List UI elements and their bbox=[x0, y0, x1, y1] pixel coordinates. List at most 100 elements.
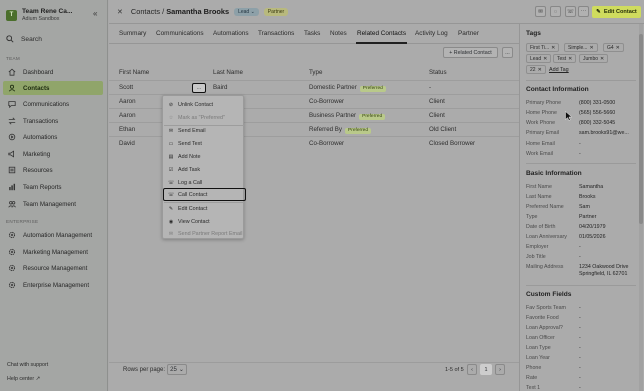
section-divider bbox=[526, 80, 636, 81]
sidebar-item-resource-management[interactable]: Resource Management bbox=[3, 261, 103, 275]
sidebar-search[interactable]: Search bbox=[6, 35, 42, 43]
lead-status-dropdown[interactable]: Lead ⌄ bbox=[234, 7, 259, 16]
column-type[interactable]: Type bbox=[309, 69, 322, 76]
menu-item-call-contact[interactable]: ☏ Call Contact bbox=[163, 188, 246, 201]
tab-transactions[interactable]: Transactions bbox=[258, 30, 294, 37]
tab-communications[interactable]: Communications bbox=[156, 30, 204, 37]
edit-contact-button[interactable]: ✎ Edit Contact bbox=[592, 6, 641, 18]
tag-chip[interactable]: 22 ✕ bbox=[526, 65, 546, 74]
custom-field-value: - bbox=[579, 355, 581, 361]
tag-chip[interactable]: First Ti... ✕ bbox=[526, 43, 560, 52]
tab-partner[interactable]: Partner bbox=[458, 30, 479, 37]
collapse-sidebar-icon[interactable]: « bbox=[93, 9, 97, 18]
mail-icon[interactable]: ✉ bbox=[535, 6, 546, 17]
chat-support-link[interactable]: Chat with support bbox=[7, 362, 48, 368]
sidebar-item-resources[interactable]: Resources bbox=[3, 163, 103, 177]
table-more-button[interactable]: ... bbox=[502, 47, 513, 58]
table-row[interactable]: Scott ... Baird Domestic Partner Preferre… bbox=[109, 80, 519, 94]
tag-chip[interactable]: G4 ✕ bbox=[603, 43, 624, 52]
gear-icon bbox=[8, 264, 16, 272]
sidebar-item-label: Team Reports bbox=[23, 183, 62, 191]
close-icon[interactable]: ✕ bbox=[568, 56, 572, 62]
custom-field-key: Loan Approval? bbox=[526, 325, 563, 331]
next-page-button[interactable]: › bbox=[495, 364, 505, 375]
close-icon[interactable]: ✕ bbox=[543, 56, 547, 62]
menu-item-label: Log a Call bbox=[178, 179, 203, 186]
column-last-name[interactable]: Last Name bbox=[213, 69, 243, 76]
tag-chip[interactable]: Lead ✕ bbox=[526, 54, 552, 63]
primary-phone-value[interactable]: (800) 331-0500 bbox=[579, 100, 615, 106]
sidebar-item-contacts[interactable]: Contacts bbox=[3, 81, 103, 95]
tab-notes[interactable]: Notes bbox=[330, 30, 347, 37]
tag-chip[interactable]: Jumbo ✕ bbox=[579, 54, 609, 63]
close-icon[interactable]: ✕ bbox=[589, 45, 593, 51]
sidebar-item-label: Enterprise Management bbox=[23, 281, 90, 289]
close-icon[interactable]: ✕ bbox=[538, 67, 542, 73]
menu-item-add-task[interactable]: ☑ Add Task bbox=[164, 163, 244, 176]
row-actions-button[interactable]: ... bbox=[192, 82, 206, 93]
phone-icon[interactable]: ☏ bbox=[565, 6, 576, 17]
primary-email-value[interactable]: sam.brooks91@we... bbox=[579, 130, 629, 136]
basic-info-key: Type bbox=[526, 214, 538, 220]
menu-item-send-text[interactable]: ▭ Send Text bbox=[164, 137, 244, 150]
close-icon[interactable]: ✕ bbox=[551, 45, 555, 51]
sidebar-item-label: Automation Management bbox=[23, 231, 93, 239]
close-icon[interactable]: ✕ bbox=[117, 8, 123, 16]
employer-value: - bbox=[579, 244, 581, 250]
breadcrumb-contacts[interactable]: Contacts bbox=[131, 7, 160, 16]
sidebar-item-team-reports[interactable]: Team Reports bbox=[3, 180, 103, 194]
tab-summary[interactable]: Summary bbox=[119, 30, 146, 37]
menu-item-edit-contact[interactable]: ✎ Edit Contact bbox=[164, 202, 244, 215]
contact-name: Samantha Brooks bbox=[166, 7, 230, 16]
menu-item-add-note[interactable]: ▤ Add Note bbox=[164, 150, 244, 163]
tab-tasks[interactable]: Tasks bbox=[304, 30, 320, 37]
message-icon[interactable]: ◌ bbox=[550, 6, 561, 17]
column-first-name[interactable]: First Name bbox=[119, 69, 149, 76]
menu-item-unlink-contact[interactable]: ⊘ Unlink Contact bbox=[164, 98, 244, 111]
chevron-down-icon: ⌄ bbox=[250, 8, 255, 15]
tab-related-contacts[interactable]: Related Contacts bbox=[355, 30, 408, 44]
page-1-button[interactable]: 1 bbox=[480, 364, 492, 375]
tab-automations[interactable]: Automations bbox=[213, 30, 249, 37]
team-section-label: TEAM bbox=[6, 56, 20, 61]
sidebar-item-label: Marketing Management bbox=[23, 248, 89, 256]
help-center-link[interactable]: Help center ↗ bbox=[7, 376, 40, 382]
custom-fields-title: Custom Fields bbox=[526, 291, 572, 298]
sidebar-item-marketing[interactable]: Marketing bbox=[3, 147, 103, 161]
add-related-contact-button[interactable]: + Related Contact bbox=[443, 47, 498, 58]
sidebar-item-automation-management[interactable]: Automation Management bbox=[3, 228, 103, 242]
home-phone-value[interactable]: (565) 556-5660 bbox=[579, 110, 615, 116]
close-icon[interactable]: ✕ bbox=[616, 45, 620, 51]
rows-per-page-select[interactable]: 25 ⌄ bbox=[167, 364, 187, 375]
tag-chip[interactable]: Simple... ✕ bbox=[564, 43, 598, 52]
loan-anniversary-value: 01/05/2026 bbox=[579, 234, 606, 240]
close-icon[interactable]: ✕ bbox=[600, 56, 604, 62]
custom-field-value: - bbox=[579, 375, 581, 381]
add-tag-link[interactable]: Add Tag bbox=[549, 67, 569, 73]
panel-scrollbar-thumb[interactable] bbox=[639, 34, 643, 224]
menu-item-label: Add Task bbox=[178, 166, 201, 173]
team-switcher[interactable]: T Team Rene Ca... Adium Sandbox bbox=[6, 8, 72, 22]
tab-activity-log[interactable]: Activity Log bbox=[415, 30, 448, 37]
menu-item-send-email[interactable]: ✉ Send Email bbox=[164, 124, 244, 137]
sidebar-item-team-management[interactable]: Team Management bbox=[3, 197, 103, 211]
sidebar-item-label: Automations bbox=[23, 133, 58, 141]
tag-chip[interactable]: Test ✕ bbox=[553, 54, 577, 63]
team-icon bbox=[8, 201, 16, 208]
sidebar-item-transactions[interactable]: Transactions bbox=[3, 114, 103, 128]
work-phone-value[interactable]: (800) 332-5045 bbox=[579, 120, 615, 126]
sidebar-item-marketing-management[interactable]: Marketing Management bbox=[3, 245, 103, 259]
mailing-address-line2: Springfield, IL 62701 bbox=[579, 271, 628, 277]
sidebar-item-enterprise-management[interactable]: Enterprise Management bbox=[3, 278, 103, 292]
contact-info-key: Work Email bbox=[526, 151, 553, 157]
sidebar-item-communications[interactable]: Communications bbox=[3, 97, 103, 111]
custom-field-value: - bbox=[579, 385, 581, 391]
job-title-value: - bbox=[579, 254, 581, 260]
menu-item-label: Call Contact bbox=[178, 191, 208, 198]
more-options-icon[interactable]: ⋯ bbox=[578, 6, 589, 17]
reports-icon bbox=[9, 183, 16, 191]
prev-page-button[interactable]: ‹ bbox=[467, 364, 477, 375]
column-status[interactable]: Status bbox=[429, 69, 447, 76]
sidebar-item-automations[interactable]: Automations bbox=[3, 130, 103, 144]
sidebar-item-dashboard[interactable]: Dashboard bbox=[3, 65, 103, 79]
